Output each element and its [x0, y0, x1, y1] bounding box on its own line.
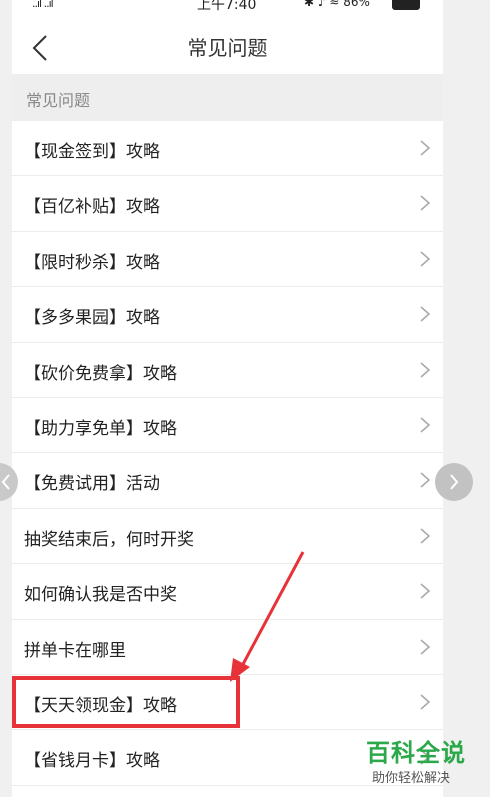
list-item-label: 拼单卡在哪里: [24, 640, 126, 661]
chevron-right-icon: [420, 472, 431, 488]
list-item[interactable]: 如何确认我是否中奖: [12, 564, 443, 620]
highlight-box: [12, 676, 240, 728]
list-item-label: 【多多果园】攻略: [24, 308, 160, 329]
list-item[interactable]: 拼单卡在哪里: [12, 619, 443, 675]
chevron-right-icon: [420, 361, 431, 378]
battery-icon: [392, 0, 420, 10]
list-item[interactable]: 【限时秒杀】攻略: [12, 231, 443, 288]
list-item[interactable]: 【现金签到】攻略: [12, 121, 443, 177]
section-header: 常见问题: [12, 74, 443, 121]
list-item-label: 【免费试用】活动: [24, 474, 160, 495]
page-title: 常见问题: [187, 36, 268, 60]
chevron-right-icon: [420, 251, 431, 267]
chevron-right-icon: [420, 583, 431, 599]
list-item-label: 【限时秒杀】攻略: [24, 252, 160, 273]
chevron-left-icon: [1, 474, 10, 490]
chevron-right-icon: [420, 638, 431, 655]
list-item-label: 【现金签到】攻略: [24, 142, 160, 162]
list-item[interactable]: 【砍价免费拿】攻略: [12, 342, 443, 398]
chevron-right-icon: [420, 140, 431, 156]
watermark-logo: 百科全说: [366, 739, 466, 767]
next-image-button[interactable]: [435, 463, 473, 501]
list-item-label: 【省钱月卡】攻略: [24, 751, 160, 772]
chevron-right-icon: [420, 306, 431, 322]
list-item-label: 抽奖结束后，何时开奖: [24, 529, 194, 550]
watermark-tagline: 助你轻松解决: [372, 771, 451, 786]
list-item[interactable]: 【百亿补贴】攻略: [12, 176, 443, 232]
list-item[interactable]: 【免费试用】活动: [12, 453, 443, 509]
list-item[interactable]: 抽奖结束后，何时开奖: [12, 508, 443, 565]
section-title: 常见问题: [26, 91, 91, 110]
chevron-right-icon: [420, 528, 431, 544]
chevron-right-icon: [450, 474, 459, 490]
list-item-label: 【砍价免费拿】攻略: [24, 363, 177, 384]
list-item[interactable]: 【助力享免单】攻略: [12, 397, 443, 454]
chevron-right-icon: [420, 694, 431, 710]
nav-bar: 常见问题: [12, 14, 443, 74]
list-item-label: 如何确认我是否中奖: [24, 585, 177, 606]
signal-indicator: ..ıl ..ıl: [32, 0, 54, 10]
list-item-label: 【助力享免单】攻略: [24, 418, 177, 439]
list-item-label: 【百亿补贴】攻略: [24, 197, 160, 218]
watermark: 百科全说 助你轻松解决: [360, 733, 480, 793]
status-bar: ..ıl ..ıl 上午7:40 ✱ ♪ ≈ 86%: [12, 0, 443, 14]
chevron-right-icon: [420, 195, 431, 211]
list-item[interactable]: 【多多果园】攻略: [12, 287, 443, 343]
status-icons: ✱ ♪ ≈ 86%: [304, 0, 370, 9]
status-time: 上午7:40: [197, 0, 257, 13]
chevron-right-icon: [420, 417, 431, 433]
